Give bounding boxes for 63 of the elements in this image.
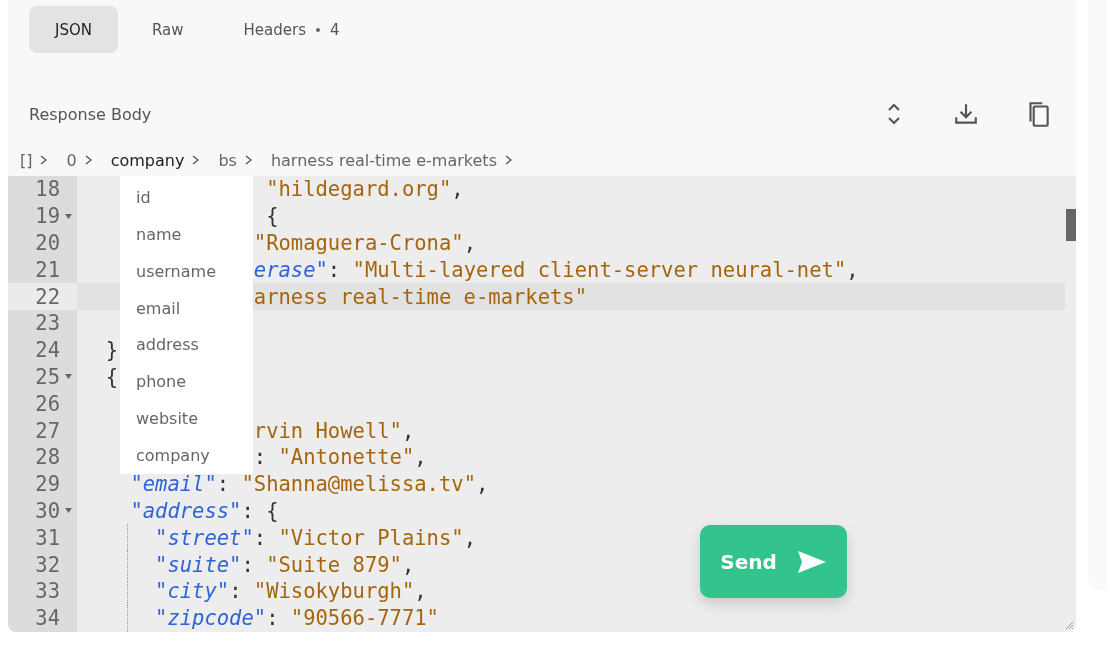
- scrollbar-thumb[interactable]: [1066, 209, 1076, 241]
- code-line: "hildegard.org",: [266, 177, 464, 202]
- code-line: "address": {: [130, 498, 279, 523]
- line-number: 29: [34, 472, 60, 497]
- menu-item[interactable]: name: [120, 215, 253, 253]
- chevron-icon: [192, 155, 201, 165]
- line-number: 21: [34, 257, 60, 282]
- line-number: 24: [34, 338, 60, 363]
- code-line: "city": "Wisokyburgh",: [155, 579, 427, 604]
- line-number: 27: [34, 418, 60, 443]
- code-line: : "Antonette",: [253, 445, 427, 470]
- fold-arrow-icon[interactable]: [65, 213, 72, 219]
- line-number: 25: [34, 364, 60, 389]
- tab[interactable]: Headers 4: [217, 6, 366, 53]
- line-number: 33: [34, 579, 60, 604]
- menu-item[interactable]: company: [120, 437, 253, 474]
- chevron-icon: [84, 155, 93, 165]
- breadcrumb-item[interactable]: harness real-time e-markets: [268, 150, 499, 170]
- code-line: "zipcode": "90566-7771": [155, 606, 439, 631]
- menu-item[interactable]: address: [120, 326, 253, 364]
- code-line: {: [105, 364, 119, 389]
- fold-arrow-icon[interactable]: [65, 508, 72, 514]
- tab[interactable]: JSON: [29, 6, 118, 53]
- fold-arrow-icon[interactable]: [65, 374, 72, 380]
- breadcrumb-item[interactable]: 0: [64, 150, 79, 170]
- breadcrumb-item[interactable]: company: [108, 150, 187, 170]
- code-line: "suite": "Suite 879",: [155, 552, 415, 577]
- menu-item[interactable]: username: [120, 252, 253, 290]
- line-number: 19: [34, 204, 60, 229]
- menu-item[interactable]: phone: [120, 363, 253, 401]
- code-line: "email": "Shanna@melissa.tv",: [130, 472, 489, 497]
- code-line: {: [266, 204, 279, 229]
- section-title: Response Body: [29, 104, 153, 124]
- menu-item[interactable]: email: [120, 289, 253, 327]
- expand-collapse-icon: [887, 102, 901, 126]
- code-line: "street": "Victor Plains",: [155, 525, 476, 550]
- send-icon: [796, 549, 827, 574]
- line-number: 18: [34, 177, 60, 202]
- code-line: "Romaguera-Crona",: [253, 231, 476, 255]
- chevron-icon: [244, 155, 253, 165]
- chevron-icon: [504, 155, 513, 165]
- line-number: 31: [34, 525, 60, 550]
- line-number: 34: [34, 606, 60, 631]
- tab[interactable]: Raw: [126, 6, 210, 53]
- menu-item[interactable]: website: [120, 400, 253, 438]
- resize-handle-icon[interactable]: [1065, 621, 1074, 630]
- dot-icon: [316, 27, 320, 32]
- code-line: erase": "Multi-layered client-server neural-net",: [253, 257, 859, 282]
- code-line: }: [105, 338, 119, 363]
- menu-item[interactable]: id: [120, 179, 253, 216]
- line-number: 26: [34, 391, 60, 416]
- line-number: 23: [34, 311, 60, 336]
- breadcrumb-item[interactable]: []: [18, 150, 35, 170]
- line-number: 22: [34, 284, 60, 309]
- breadcrumb-item[interactable]: bs: [216, 150, 239, 170]
- download-icon: [953, 101, 979, 127]
- code-line: rvin Howell",: [253, 418, 415, 443]
- line-number: 32: [34, 552, 60, 577]
- line-number: 20: [34, 231, 60, 255]
- code-line: arness real-time e-markets": [253, 284, 588, 309]
- line-number: 28: [34, 445, 60, 470]
- chevron-icon: [40, 155, 49, 165]
- line-number: 30: [34, 498, 60, 523]
